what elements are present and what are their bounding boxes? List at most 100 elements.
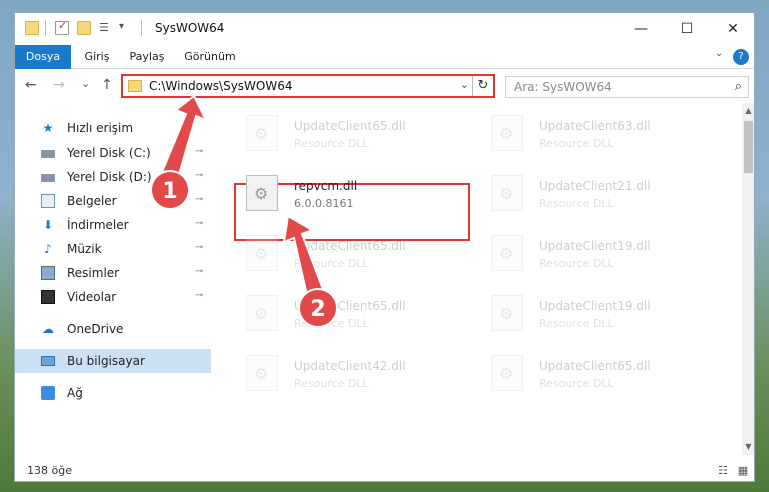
search-icon[interactable]: ⌕ <box>735 79 742 94</box>
dll-file-icon <box>491 295 523 331</box>
dll-file-icon <box>246 115 278 151</box>
file-detail: Resource DLL <box>539 197 614 210</box>
folder-icon <box>128 80 142 92</box>
file-detail: Resource DLL <box>539 137 614 150</box>
file-detail: Resource DLL <box>294 377 369 390</box>
file-item[interactable]: UpdateClient63.dll Resource DLL <box>467 107 707 163</box>
large-icons-view-icon[interactable]: ▦ <box>735 464 751 478</box>
pin-icon[interactable]: ⊸ <box>195 170 203 181</box>
videos-icon <box>41 290 55 304</box>
divider <box>45 20 46 36</box>
sidebar-item-label: Hızlı erişim <box>67 121 134 135</box>
sidebar-item[interactable]: Resimler ⊸ <box>15 261 211 285</box>
sidebar-item-label: Yerel Disk (C:) <box>67 146 151 160</box>
file-item[interactable]: repvcm.dll 6.0.0.8161 <box>222 167 462 223</box>
scroll-up-icon[interactable]: ▲ <box>742 103 754 119</box>
pin-icon[interactable]: ⊸ <box>195 146 203 157</box>
maximize-button[interactable]: ☐ <box>664 13 710 45</box>
back-button[interactable]: ← <box>25 77 37 93</box>
file-item[interactable]: UpdateClient65.dll Resource DLL <box>222 107 462 163</box>
file-item[interactable]: UpdateClient42.dll Resource DLL <box>222 347 462 403</box>
help-icon[interactable]: ? <box>733 49 749 65</box>
computer-icon <box>41 356 55 366</box>
file-item[interactable]: UpdateClient19.dll Resource DLL <box>467 227 707 283</box>
sidebar-item[interactable]: Yerel Disk (C:) ⊸ <box>15 141 211 165</box>
navigation-pane: ★ Hızlı erişim Yerel Disk (C:) ⊸ Yerel Disk … <box>15 103 211 455</box>
file-detail: Resource DLL <box>294 137 369 150</box>
quick-access-dropdown-icon[interactable]: ▾ <box>119 21 133 35</box>
minimize-button[interactable]: — <box>618 13 664 45</box>
tab-home[interactable]: Giriş <box>77 45 117 69</box>
explorer-window: ☰ ▾ SysWOW64 — ☐ ✕ Dosya Giriş Paylaş Gö… <box>14 12 755 482</box>
download-icon: ⬇ <box>42 218 54 232</box>
scroll-thumb[interactable] <box>744 121 753 173</box>
file-name: UpdateClient42.dll <box>294 359 406 373</box>
dll-file-icon <box>246 355 278 391</box>
sidebar-item[interactable]: ☁ OneDrive <box>15 317 211 341</box>
search-placeholder: Ara: SysWOW64 <box>514 80 612 94</box>
sidebar-item[interactable]: ★ Hızlı erişim <box>15 116 211 140</box>
drive-icon <box>41 174 55 182</box>
pin-icon[interactable]: ⊸ <box>195 218 203 229</box>
up-button[interactable]: ↑ <box>101 77 113 93</box>
pin-icon[interactable]: ⊸ <box>195 194 203 205</box>
address-path[interactable]: C:\Windows\SysWOW64 <box>149 79 293 93</box>
sidebar-item[interactable]: Bu bilgisayar <box>15 349 211 373</box>
file-detail: Resource DLL <box>539 257 614 270</box>
file-item[interactable]: UpdateClient65.dllResource DLL <box>222 287 462 343</box>
star-icon: ★ <box>42 121 54 135</box>
pin-icon[interactable]: ⊸ <box>195 266 203 277</box>
dll-file-icon <box>246 295 278 331</box>
step-badge-2: 2 <box>298 288 338 328</box>
divider <box>141 20 142 36</box>
file-detail: Resource DLL <box>294 257 369 270</box>
sidebar-item-label: İndirmeler <box>67 218 129 232</box>
window-title: SysWOW64 <box>155 21 225 35</box>
file-item[interactable]: UpdateClient65.dllResource DLL <box>467 347 707 403</box>
file-name: UpdateClient65.dll <box>294 119 406 133</box>
pictures-icon <box>41 266 55 280</box>
file-detail: Resource DLL <box>539 377 614 390</box>
sidebar-item[interactable]: Videolar ⊸ <box>15 285 211 309</box>
sidebar-item[interactable]: Ağ <box>15 381 211 405</box>
file-item[interactable]: UpdateClient65.dllResource DLL <box>222 227 462 283</box>
scroll-down-icon[interactable]: ▼ <box>742 439 754 455</box>
properties-icon[interactable] <box>55 19 69 35</box>
refresh-button[interactable]: ↻ <box>472 76 493 96</box>
search-input[interactable]: Ara: SysWOW64 ⌕ <box>505 76 749 98</box>
documents-icon <box>41 194 55 208</box>
folder-icon <box>25 21 39 35</box>
close-button[interactable]: ✕ <box>710 13 754 45</box>
music-icon: ♪ <box>44 242 52 256</box>
file-item[interactable]: UpdateClient21.dll Resource DLL <box>467 167 707 223</box>
tab-file[interactable]: Dosya <box>15 45 71 69</box>
pin-icon[interactable]: ⊸ <box>195 242 203 253</box>
recent-locations-button[interactable]: ⌄ <box>81 77 90 90</box>
file-name: UpdateClient19.dll <box>539 299 651 313</box>
expand-ribbon-icon[interactable]: ⌄ <box>715 48 723 59</box>
new-folder-icon[interactable] <box>77 21 91 35</box>
dll-file-icon <box>491 175 523 211</box>
sidebar-item[interactable]: ♪ Müzik ⊸ <box>15 237 211 261</box>
file-name: UpdateClient19.dll <box>539 239 651 253</box>
vertical-scrollbar[interactable]: ▲ ▼ <box>742 103 754 455</box>
tab-view[interactable]: Görünüm <box>179 45 241 69</box>
network-icon <box>41 386 55 400</box>
sidebar-item-label: Belgeler <box>67 194 117 208</box>
forward-button[interactable]: → <box>53 77 65 93</box>
pin-icon[interactable]: ⊸ <box>195 290 203 301</box>
file-name: UpdateClient63.dll <box>539 119 651 133</box>
sidebar-item-label: Müzik <box>67 242 102 256</box>
item-count: 138 öğe <box>27 464 72 477</box>
address-bar[interactable]: C:\Windows\SysWOW64 ⌄ ↻ <box>121 74 495 98</box>
navigation-bar: ← → ⌄ ↑ C:\Windows\SysWOW64 ⌄ ↻ Ara: Sys… <box>15 70 754 102</box>
sidebar-item-label: OneDrive <box>67 322 124 336</box>
file-item[interactable]: UpdateClient19.dll Resource DLL <box>467 287 707 343</box>
file-detail: 6.0.0.8161 <box>294 197 354 210</box>
address-dropdown-icon[interactable]: ⌄ <box>460 78 469 91</box>
step-badge-1: 1 <box>150 170 190 210</box>
tab-share[interactable]: Paylaş <box>123 45 171 69</box>
details-view-icon[interactable]: ☷ <box>715 464 731 478</box>
sidebar-item[interactable]: ⬇ İndirmeler ⊸ <box>15 213 211 237</box>
customize-quick-access-icon[interactable]: ☰ <box>99 21 113 35</box>
